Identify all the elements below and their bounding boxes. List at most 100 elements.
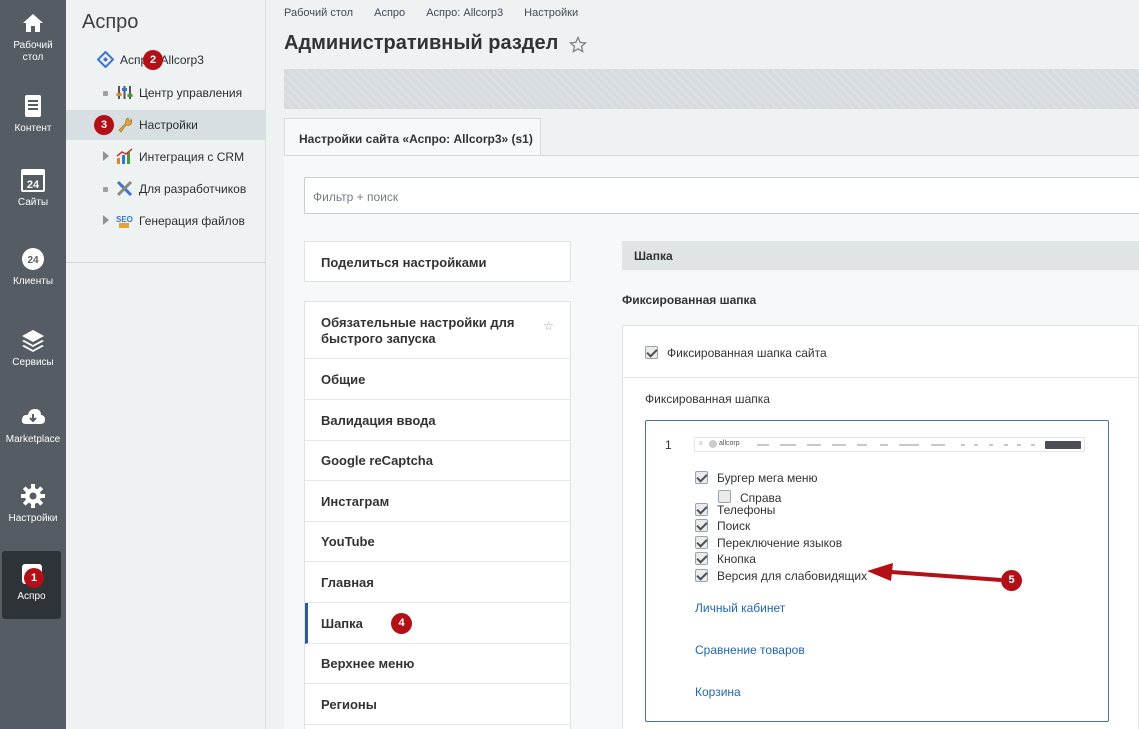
page-title: Административный раздел xyxy=(284,32,559,54)
link-personal-account[interactable]: Личный кабинет xyxy=(695,601,785,615)
breadcrumb-item[interactable]: Настройки xyxy=(524,7,578,19)
list-item[interactable]: Обязательные настройки для быстрого запу… xyxy=(305,302,570,359)
annotation-arrow xyxy=(867,563,1002,582)
svg-text:24: 24 xyxy=(27,179,40,191)
nav-item-content[interactable]: Контент xyxy=(0,93,66,135)
aspro-diamond-icon xyxy=(97,51,114,68)
option-checkbox[interactable] xyxy=(695,519,708,532)
settings-group-list: Обязательные настройки для быстрого запу… xyxy=(304,301,571,729)
preview-logo-text: allcorp xyxy=(719,440,740,447)
nav-label: Клиенты xyxy=(12,276,54,287)
list-item[interactable]: Регионы xyxy=(305,684,570,725)
option-checkbox[interactable] xyxy=(695,471,708,484)
favorite-star-icon[interactable] xyxy=(569,36,587,54)
variant-number: 1 xyxy=(665,438,672,452)
list-item[interactable]: Валидация ввода xyxy=(305,400,570,441)
tree-item-developers[interactable]: Для разработчиков xyxy=(66,174,266,204)
document-icon xyxy=(25,95,41,117)
fixed-header-checkbox[interactable] xyxy=(645,346,658,359)
option-label: Кнопка xyxy=(717,552,756,566)
expand-arrow-icon[interactable] xyxy=(103,151,109,161)
nav-item-marketplace[interactable]: Marketplace xyxy=(0,404,66,446)
fixed-header-options: Фиксированная шапка сайта Фиксированная … xyxy=(622,325,1139,729)
list-item[interactable]: Главная xyxy=(305,562,570,603)
link-compare-products[interactable]: Сравнение товаров xyxy=(695,643,805,657)
tree-item-control-center[interactable]: Центр управления xyxy=(66,78,266,108)
list-item-label: Регионы xyxy=(321,697,377,712)
nav-label: Настройки xyxy=(8,513,58,524)
preview-nav xyxy=(899,444,919,446)
nav-label: Marketplace xyxy=(5,434,61,445)
option-checkbox[interactable] xyxy=(695,536,708,549)
list-item-label: Валидация ввода xyxy=(321,413,436,428)
nav-item-clients[interactable]: 24 Клиенты xyxy=(0,246,66,288)
preview-icon xyxy=(974,444,978,446)
option-checkbox[interactable] xyxy=(718,490,731,503)
preview-icon xyxy=(1017,444,1021,446)
expand-arrow-icon[interactable] xyxy=(103,215,109,225)
nav-label: Аспро xyxy=(17,591,46,602)
nav-item-sites[interactable]: 24 Сайты xyxy=(0,167,66,209)
filter-search-input[interactable]: Фильтр + поиск xyxy=(304,177,1139,214)
nav-item-settings[interactable]: Настройки xyxy=(0,483,66,525)
svg-text:SEO: SEO xyxy=(116,215,133,224)
nav-label: Рабочий стол xyxy=(13,40,53,63)
sliders-icon xyxy=(116,86,133,99)
preview-nav xyxy=(880,444,888,446)
nav-item-services[interactable]: Сервисы xyxy=(0,327,66,369)
cloud-download-icon xyxy=(21,409,45,424)
preview-icon xyxy=(1031,444,1035,446)
list-item[interactable]: Общие xyxy=(305,359,570,400)
list-item[interactable]: Инстаграм xyxy=(305,481,570,522)
option-label: Версия для слабовидящих xyxy=(717,569,868,583)
option-label: Переключение языков xyxy=(717,536,843,550)
preview-icon xyxy=(1004,444,1008,446)
nav-item-desktop[interactable]: Рабочий стол xyxy=(0,10,66,64)
list-item[interactable]: YouTube xyxy=(305,522,570,562)
clock-icon: 24 xyxy=(22,248,44,270)
list-item-header-active[interactable]: Шапка xyxy=(305,603,570,644)
preview-nav xyxy=(931,444,945,446)
option-checkbox[interactable] xyxy=(695,552,708,565)
option-checkbox[interactable] xyxy=(695,569,708,582)
breadcrumb-item[interactable]: Рабочий стол xyxy=(284,7,353,19)
breadcrumb-item[interactable]: Аспро xyxy=(374,7,405,19)
tree-label: Настройки xyxy=(139,118,198,132)
nav-label: Сайты xyxy=(17,197,49,208)
home-icon xyxy=(23,14,43,32)
option-checkbox[interactable] xyxy=(695,503,708,516)
list-item-label: Верхнее меню xyxy=(321,656,415,671)
list-item-label: Инстаграм xyxy=(321,494,390,509)
bullet xyxy=(103,91,108,96)
gear-icon xyxy=(21,484,45,508)
checkbox-label: Фиксированная шапка сайта xyxy=(667,346,827,360)
nav-label: Контент xyxy=(14,123,52,134)
tools-icon xyxy=(116,180,133,197)
menu-icon: ≡ xyxy=(699,441,703,447)
tab-site-settings[interactable]: Настройки сайта «Аспро: Allcorp3» (s1) xyxy=(284,118,541,155)
preview-button xyxy=(1045,441,1081,449)
list-item[interactable]: Верхнее меню xyxy=(305,644,570,684)
tree-item-file-generation[interactable]: SEO Генерация файлов xyxy=(66,206,266,236)
bullet xyxy=(103,187,108,192)
list-item-label: Google reCaptcha xyxy=(321,453,433,468)
step-badge: 3 xyxy=(94,115,114,135)
calendar-icon: 24 xyxy=(21,169,45,192)
tree-label: Для разработчиков xyxy=(139,182,247,196)
preview-icon xyxy=(989,444,993,446)
step-badge: 4 xyxy=(391,613,412,634)
share-settings-button[interactable]: Поделиться настройками xyxy=(304,241,571,282)
preview-icon xyxy=(961,444,965,446)
list-item[interactable]: Google reCaptcha xyxy=(305,441,570,481)
list-item-label: YouTube xyxy=(321,534,375,549)
section-subheader: Фиксированная шапка xyxy=(622,293,757,307)
header-preview-image: ≡ allcorp xyxy=(694,437,1085,452)
breadcrumb-item[interactable]: Аспро: Allcorp3 xyxy=(426,7,503,19)
variant-title: Фиксированная шапка xyxy=(645,392,770,406)
tree-label: Интеграция с CRM xyxy=(139,150,245,164)
chart-icon xyxy=(116,148,133,164)
tree-item-crm[interactable]: Интеграция с CRM xyxy=(66,142,266,172)
tree-item-allcorp3[interactable]: Аспро: Allcorp3 xyxy=(66,45,266,75)
link-cart[interactable]: Корзина xyxy=(695,685,741,699)
list-item-label: Главная xyxy=(321,575,374,590)
